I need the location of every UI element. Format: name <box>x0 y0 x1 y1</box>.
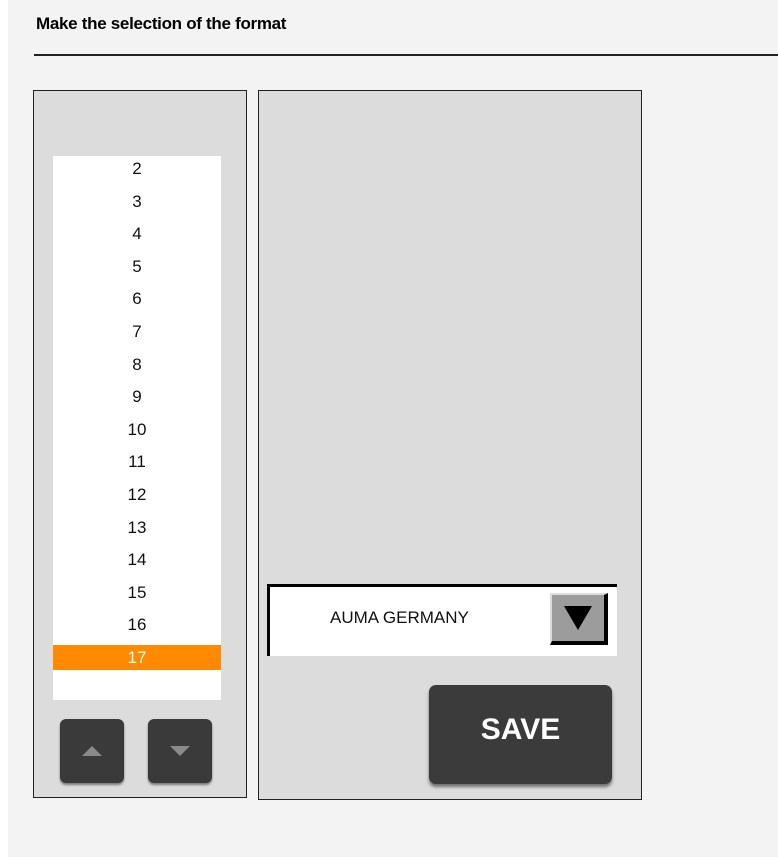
list-item[interactable]: 6 <box>53 286 221 311</box>
page-title: Make the selection of the format <box>36 14 287 33</box>
list-item[interactable]: 2 <box>53 156 221 181</box>
list-item[interactable]: 13 <box>53 515 221 540</box>
list-item[interactable]: 7 <box>53 319 221 344</box>
dropdown-selected-value: AUMA GERMANY <box>330 608 469 627</box>
save-button[interactable]: SAVE <box>429 685 612 784</box>
format-list-panel: 2 3 4 5 6 7 8 9 10 11 12 13 14 15 16 17 <box>33 90 247 798</box>
list-item[interactable]: 9 <box>53 384 221 409</box>
scroll-up-button[interactable] <box>60 719 124 783</box>
format-list[interactable]: 2 3 4 5 6 7 8 9 10 11 12 13 14 15 16 17 <box>53 156 221 700</box>
list-item[interactable]: 17 <box>53 645 221 670</box>
triangle-up-icon <box>82 746 102 756</box>
triangle-down-icon <box>170 746 190 756</box>
list-item[interactable]: 12 <box>53 482 221 507</box>
scroll-down-button[interactable] <box>148 719 212 783</box>
list-item[interactable]: 16 <box>53 612 221 637</box>
list-item[interactable]: 3 <box>53 189 221 214</box>
format-detail-panel: AUMA GERMANY SAVE <box>258 90 642 800</box>
list-item[interactable]: 11 <box>53 449 221 474</box>
title-divider <box>34 54 778 56</box>
list-item[interactable]: 10 <box>53 417 221 442</box>
list-item[interactable]: 15 <box>53 580 221 605</box>
triangle-down-icon <box>564 606 592 630</box>
dropdown-toggle-button[interactable] <box>550 593 608 645</box>
format-selection-screen: Make the selection of the format 2 3 4 5 6 7 8… <box>8 0 778 857</box>
list-item[interactable]: 8 <box>53 352 221 377</box>
list-item[interactable]: 5 <box>53 254 221 279</box>
format-dropdown[interactable]: AUMA GERMANY <box>267 584 617 656</box>
list-item[interactable]: 4 <box>53 221 221 246</box>
list-item[interactable]: 14 <box>53 547 221 572</box>
